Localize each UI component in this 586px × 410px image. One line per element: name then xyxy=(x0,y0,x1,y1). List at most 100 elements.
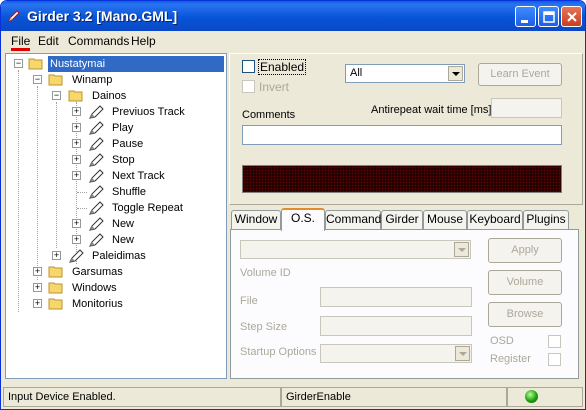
menu-help[interactable]: Help xyxy=(131,34,156,48)
command-pen-icon xyxy=(89,233,104,247)
status-event-text: GirderEnable xyxy=(286,391,351,403)
collapse-icon[interactable]: − xyxy=(33,75,42,84)
status-light-icon xyxy=(525,390,538,403)
expand-icon[interactable]: + xyxy=(72,155,81,164)
antirepeat-label: Antirepeat wait time [ms] xyxy=(371,104,492,116)
dropdown-arrow-icon[interactable] xyxy=(448,66,463,81)
register-label: Register xyxy=(490,353,531,365)
expand-icon[interactable]: + xyxy=(33,283,42,292)
command-pen-icon xyxy=(89,105,104,119)
tree-item-label: Windows xyxy=(72,282,117,294)
status-message: Input Device Enabled. xyxy=(3,387,281,407)
tab-label: Command xyxy=(326,212,382,226)
expand-icon[interactable]: + xyxy=(33,267,42,276)
learn-event-button[interactable]: Learn Event xyxy=(478,63,562,86)
antirepeat-input[interactable] xyxy=(491,98,562,118)
tree-line xyxy=(77,192,87,193)
tree-item-label: New xyxy=(112,234,135,246)
volume-button[interactable]: Volume xyxy=(488,270,562,295)
startup-options-label: Startup Options xyxy=(240,346,317,358)
menu-commands[interactable]: Commands xyxy=(68,34,129,48)
tab-command[interactable]: Command xyxy=(325,210,381,229)
command-pen-icon xyxy=(89,185,104,199)
status-bar: Input Device Enabled. GirderEnable xyxy=(1,385,585,407)
register-checkbox[interactable] xyxy=(548,353,561,366)
volume-id-label: Volume ID xyxy=(240,267,291,279)
expand-icon[interactable]: + xyxy=(72,171,81,180)
command-tree[interactable]: − Nustatymai − Winamp − Dainos + Previuo… xyxy=(5,53,227,379)
status-event: GirderEnable xyxy=(281,387,507,407)
collapse-icon[interactable]: − xyxy=(14,59,23,68)
os-command-select[interactable] xyxy=(240,240,471,259)
startup-options-select[interactable] xyxy=(320,344,472,363)
expand-icon[interactable]: + xyxy=(33,299,42,308)
tab-label: Mouse xyxy=(426,212,464,226)
osd-checkbox[interactable] xyxy=(548,335,561,348)
folder-icon xyxy=(48,74,63,86)
tree-item-nustatymai[interactable]: − Nustatymai xyxy=(6,56,224,72)
tab-label: Plugins xyxy=(526,212,566,226)
invert-checkbox[interactable] xyxy=(242,80,255,93)
command-pen-icon xyxy=(89,201,104,215)
expand-icon[interactable]: + xyxy=(52,251,61,260)
minimize-button[interactable] xyxy=(515,6,536,27)
tree-line xyxy=(18,70,19,312)
led-display xyxy=(242,165,562,193)
close-icon xyxy=(567,12,577,22)
minimize-icon xyxy=(521,20,528,23)
tree-item-label: New xyxy=(112,218,135,230)
device-select[interactable]: All xyxy=(345,64,465,83)
tab-label: Keyboard xyxy=(469,212,521,226)
browse-button[interactable]: Browse xyxy=(488,302,562,327)
menu-file[interactable]: File xyxy=(11,34,31,51)
enabled-label[interactable]: Enabled xyxy=(258,59,307,75)
tab-label: Window xyxy=(234,212,278,226)
status-message-text: Input Device Enabled. xyxy=(8,391,116,403)
tab-window[interactable]: Window xyxy=(231,210,281,229)
folder-icon xyxy=(68,90,83,102)
maximize-button[interactable] xyxy=(538,6,559,27)
command-pen-icon xyxy=(89,137,104,151)
tab-mouse[interactable]: Mouse xyxy=(423,210,467,229)
tree-item-label: Play xyxy=(112,122,134,134)
tree-line xyxy=(77,208,87,209)
apply-button[interactable]: Apply xyxy=(488,238,562,263)
tab-keyboard[interactable]: Keyboard xyxy=(467,210,523,229)
folder-icon xyxy=(48,266,63,278)
tree-item-label: Paleidimas xyxy=(92,250,146,262)
folder-icon xyxy=(48,298,63,310)
enabled-checkbox[interactable] xyxy=(242,60,255,73)
tree-line xyxy=(37,86,38,280)
tree-item-label: Pause xyxy=(112,138,144,150)
volume-label: Volume xyxy=(506,276,544,288)
tree-item-label: Stop xyxy=(112,154,135,166)
osd-label: OSD xyxy=(490,335,514,347)
step-size-input[interactable] xyxy=(320,316,472,336)
expand-icon[interactable]: + xyxy=(72,123,81,132)
file-input[interactable] xyxy=(320,287,472,307)
expand-icon[interactable]: + xyxy=(72,107,81,116)
browse-label: Browse xyxy=(506,308,544,320)
expand-icon[interactable]: + xyxy=(72,235,81,244)
tab-plugins[interactable]: Plugins xyxy=(523,210,569,229)
expand-icon[interactable]: + xyxy=(72,139,81,148)
menu-edit[interactable]: Edit xyxy=(38,34,59,48)
tree-item-label: Previuos Track xyxy=(112,106,185,118)
comments-input[interactable] xyxy=(242,125,562,145)
dropdown-arrow-icon[interactable] xyxy=(455,346,470,361)
dropdown-arrow-icon[interactable] xyxy=(454,242,469,257)
status-indicator-cell xyxy=(507,387,583,407)
expand-icon[interactable]: + xyxy=(72,219,81,228)
tab-os[interactable]: O.S. xyxy=(281,208,325,231)
collapse-icon[interactable]: − xyxy=(52,91,61,100)
close-button[interactable] xyxy=(561,6,582,27)
menu-bar: File Edit Commands Help xyxy=(1,31,585,51)
tree-line xyxy=(56,102,57,248)
tree-item-label: Monitorius xyxy=(72,298,123,310)
tab-girder[interactable]: Girder xyxy=(381,210,423,229)
tree-item-label: Nustatymai xyxy=(48,56,224,72)
action-tabs: Window O.S. Command Girder Mouse Keyboar… xyxy=(229,208,583,231)
title-bar[interactable]: Girder 3.2 [Mano.GML] xyxy=(1,1,585,31)
comments-label: Comments xyxy=(242,109,296,121)
file-label: File xyxy=(240,295,258,307)
